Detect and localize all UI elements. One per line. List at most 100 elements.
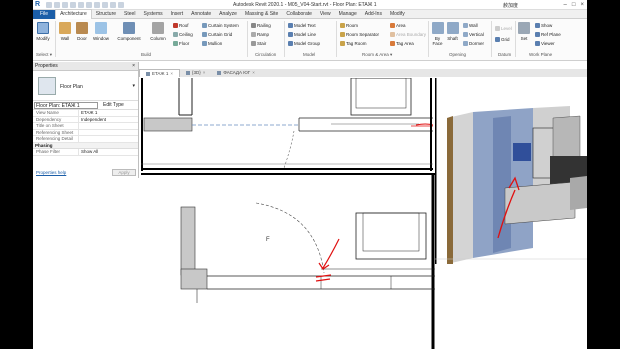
close-icon[interactable]: × bbox=[203, 69, 206, 77]
revit-logo[interactable]: R bbox=[35, 1, 43, 9]
chevron-down-icon[interactable]: ▾ bbox=[132, 83, 135, 89]
user-name[interactable]: 赦加度 bbox=[503, 2, 518, 9]
open-icon[interactable] bbox=[46, 2, 52, 8]
view-tab[interactable]: {3D} × bbox=[180, 69, 211, 77]
by-face-icon bbox=[431, 22, 444, 34]
property-value[interactable]: ETAЖ 1 bbox=[79, 110, 97, 116]
model-text-button[interactable]: Model Text bbox=[288, 22, 316, 29]
3d-view[interactable] bbox=[435, 78, 587, 264]
wall-button[interactable]: Wall bbox=[58, 22, 72, 41]
vertical-opening-button[interactable]: Vertical bbox=[463, 31, 484, 38]
component-button[interactable]: Component bbox=[115, 22, 143, 41]
tab-systems[interactable]: Systems bbox=[139, 10, 166, 19]
apply-button[interactable]: Apply bbox=[112, 169, 136, 176]
viewer-button[interactable]: Viewer bbox=[535, 40, 555, 47]
roof-button[interactable]: Roof bbox=[173, 22, 189, 29]
maximize-icon[interactable]: □ bbox=[572, 2, 576, 8]
property-value[interactable] bbox=[79, 136, 81, 142]
modify-button[interactable]: Modify bbox=[35, 22, 51, 41]
tag-area-button[interactable]: Tag Area bbox=[390, 40, 414, 47]
tab-collaborate[interactable]: Collaborate bbox=[282, 10, 316, 19]
section-icon[interactable] bbox=[118, 2, 124, 8]
tab-view[interactable]: View bbox=[316, 10, 335, 19]
minimize-icon[interactable]: – bbox=[564, 2, 567, 8]
ribbon-tabs: File Architecture Structure Steel Systems Ins… bbox=[33, 9, 587, 19]
close-icon[interactable]: × bbox=[170, 70, 173, 78]
mullion-icon bbox=[202, 41, 207, 46]
model-line-icon bbox=[288, 32, 293, 37]
tab-steel[interactable]: Steel bbox=[120, 10, 139, 19]
area-button[interactable]: Area bbox=[390, 22, 406, 29]
close-icon[interactable]: × bbox=[252, 69, 255, 77]
mullion-button[interactable]: Mullion bbox=[202, 40, 222, 47]
grid-button[interactable]: Grid bbox=[495, 36, 510, 43]
property-value[interactable]: Show All bbox=[79, 149, 98, 155]
door-button[interactable]: Door bbox=[75, 22, 89, 41]
properties-footer: Properties help Apply bbox=[33, 169, 139, 177]
tab-file[interactable]: File bbox=[33, 9, 56, 19]
type-selector[interactable]: Floor Plan ▾ bbox=[33, 71, 138, 101]
level-button[interactable]: Level bbox=[495, 25, 512, 32]
property-value[interactable] bbox=[79, 123, 81, 129]
shaft-button[interactable]: Shaft bbox=[446, 22, 459, 41]
stair-button[interactable]: Stair bbox=[251, 40, 266, 47]
ramp-button[interactable]: Ramp bbox=[251, 31, 269, 38]
tab-structure[interactable]: Structure bbox=[92, 10, 120, 19]
show-button[interactable]: Show bbox=[535, 22, 552, 29]
property-value[interactable]: Independent bbox=[79, 117, 106, 123]
tab-massing-site[interactable]: Massing & Site bbox=[241, 10, 282, 19]
tab-insert[interactable]: Insert bbox=[167, 10, 188, 19]
tab-add-ins[interactable]: Add-Ins bbox=[361, 10, 386, 19]
wall-opening-button[interactable]: Wall bbox=[463, 22, 478, 29]
edit-type-button[interactable]: Edit Type bbox=[103, 101, 124, 110]
window-button[interactable]: Window bbox=[91, 22, 111, 41]
tab-analyze[interactable]: Analyze bbox=[215, 10, 241, 19]
curtain-system-button[interactable]: Curtain System bbox=[202, 22, 239, 29]
railing-button[interactable]: Railing bbox=[251, 22, 271, 29]
room-icon bbox=[340, 23, 345, 28]
model-line-button[interactable]: Model Line bbox=[288, 31, 316, 38]
by-face-button[interactable]: By Face bbox=[431, 22, 444, 46]
print-icon[interactable] bbox=[78, 2, 84, 8]
curtain-system-label: Curtain System bbox=[208, 23, 239, 28]
close-icon[interactable]: × bbox=[132, 62, 135, 71]
view-tab[interactable]: ETAЖ 1 × bbox=[139, 69, 180, 77]
3d-view-icon[interactable] bbox=[110, 2, 116, 8]
area-boundary-button[interactable]: Area Boundary bbox=[390, 31, 426, 38]
tag-room-button[interactable]: Tag Room bbox=[340, 40, 367, 47]
railing-label: Railing bbox=[257, 23, 271, 28]
property-row[interactable]: Phase Filter Show All bbox=[33, 149, 138, 156]
properties-help-link[interactable]: Properties help bbox=[36, 170, 66, 175]
dormer-button[interactable]: Dormer bbox=[463, 40, 484, 47]
zoomed-plan-drawing: F bbox=[141, 173, 435, 349]
tab-architecture[interactable]: Architecture bbox=[55, 9, 92, 19]
tab-annotate[interactable]: Annotate bbox=[187, 10, 215, 19]
ref-plane-button[interactable]: Ref Plane bbox=[535, 31, 561, 38]
measure-icon[interactable] bbox=[86, 2, 92, 8]
curtain-grid-button[interactable]: Curtain Grid bbox=[202, 31, 232, 38]
room-button[interactable]: Room bbox=[340, 22, 358, 29]
floor-plan-view-top[interactable] bbox=[141, 78, 433, 171]
tab-manage[interactable]: Manage bbox=[335, 10, 361, 19]
undo-icon[interactable] bbox=[62, 2, 68, 8]
tab-modify[interactable]: Modify bbox=[386, 10, 409, 19]
ceiling-button[interactable]: Ceiling bbox=[173, 31, 193, 38]
save-icon[interactable] bbox=[54, 2, 60, 8]
show-label: Show bbox=[541, 23, 553, 28]
close-icon[interactable]: × bbox=[580, 2, 584, 8]
select-group-label[interactable]: Select ▾ bbox=[36, 52, 52, 58]
instance-filter-dropdown[interactable]: Floor Plan: ETAЖ 1 bbox=[34, 102, 98, 109]
model-group-button[interactable]: Model Group bbox=[288, 40, 320, 47]
build-group-label: Build bbox=[141, 52, 152, 57]
floor-plan-view-bottom[interactable]: F bbox=[141, 173, 435, 349]
set-button[interactable]: Set bbox=[518, 22, 530, 41]
floor-button[interactable]: Floor bbox=[173, 40, 189, 47]
column-button[interactable]: Column bbox=[148, 22, 168, 41]
redo-icon[interactable] bbox=[70, 2, 76, 8]
dimension-icon[interactable] bbox=[94, 2, 100, 8]
room-area-group-label[interactable]: Room & Area ▾ bbox=[362, 52, 392, 58]
property-value[interactable] bbox=[79, 130, 81, 136]
room-separator-button[interactable]: Room Separator bbox=[340, 31, 379, 38]
tag-icon[interactable] bbox=[102, 2, 108, 8]
view-tab[interactable]: ФАСАДА ЮГ × bbox=[211, 69, 260, 77]
